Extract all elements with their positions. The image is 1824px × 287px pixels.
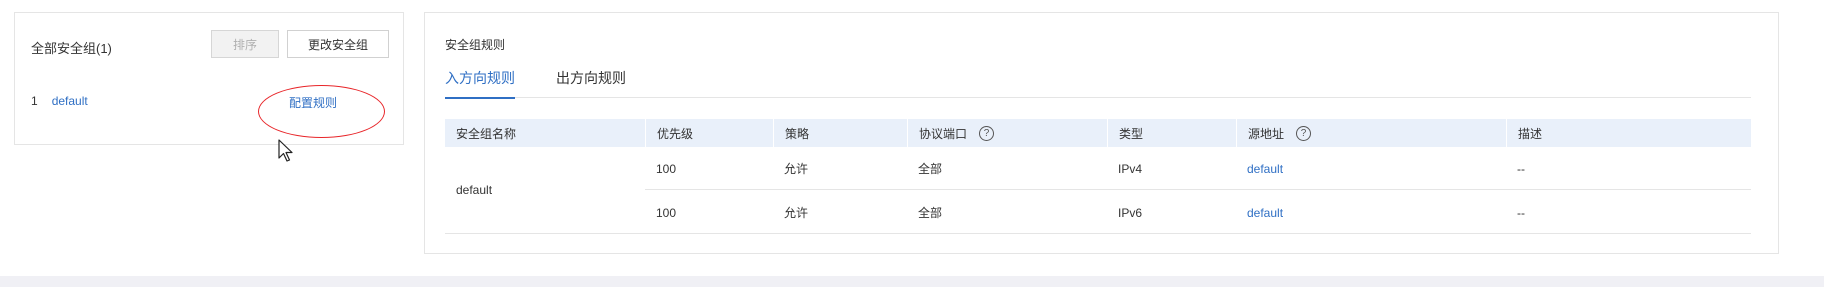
security-group-rules-panel: 安全组规则 入方向规则 出方向规则 安全组名称 优先级 策略 协议端口 ? 类型… [424, 12, 1779, 254]
tab-outbound-rules[interactable]: 出方向规则 [556, 68, 626, 97]
cell-policy: 允许 [784, 206, 809, 220]
cell-priority: 100 [656, 205, 677, 220]
column-header-policy: 策略 [773, 119, 907, 147]
column-header-type: 类型 [1107, 119, 1236, 147]
security-group-list-item: 1 default [31, 94, 88, 108]
cell-type: IPv6 [1118, 205, 1143, 220]
question-circle-icon[interactable]: ? [1296, 125, 1312, 141]
page-footer-strip [0, 276, 1824, 287]
cell-description: -- [1517, 161, 1525, 176]
security-group-list-title: 全部安全组(1) [31, 41, 112, 56]
table-row: 100 允许 全部 IPv4 default -- [645, 147, 1751, 190]
change-security-group-button[interactable]: 更改安全组 [287, 30, 389, 58]
security-group-index: 1 [31, 94, 38, 108]
column-header-source-address: 源地址 ? [1236, 119, 1506, 147]
cell-source-link[interactable]: default [1236, 147, 1283, 190]
cell-port: 全部 [918, 206, 943, 220]
cell-policy: 允许 [784, 162, 809, 176]
security-group-list-panel: 全部安全组(1) 排序 更改安全组 1 default 配置规则 [14, 12, 404, 162]
column-header-protocol-port: 协议端口 ? [907, 119, 1107, 147]
sort-button[interactable]: 排序 [211, 30, 279, 58]
cell-source-link[interactable]: default [1236, 191, 1283, 234]
highlight-ellipse-annotation [258, 85, 385, 138]
question-circle-icon[interactable]: ? [979, 125, 995, 141]
column-header-group-name: 安全组名称 [456, 126, 517, 141]
cell-priority: 100 [656, 161, 677, 176]
table-cell-group-name: default [445, 147, 645, 234]
column-header-description: 描述 [1506, 119, 1751, 147]
rules-title: 安全组规则 [445, 38, 506, 52]
rules-tabs: 入方向规则 出方向规则 [445, 68, 1751, 99]
cell-port: 全部 [918, 162, 943, 176]
cell-type: IPv4 [1118, 161, 1143, 176]
tab-inbound-rules[interactable]: 入方向规则 [445, 68, 515, 99]
security-group-name-link[interactable]: default [52, 94, 88, 108]
table-row: 100 允许 全部 IPv6 default -- [645, 191, 1751, 234]
table-header: 安全组名称 优先级 策略 协议端口 ? 类型 源地址 ? 描述 [445, 119, 1751, 147]
column-header-priority: 优先级 [645, 119, 773, 147]
cell-description: -- [1517, 205, 1525, 220]
mouse-cursor-icon [278, 139, 293, 162]
